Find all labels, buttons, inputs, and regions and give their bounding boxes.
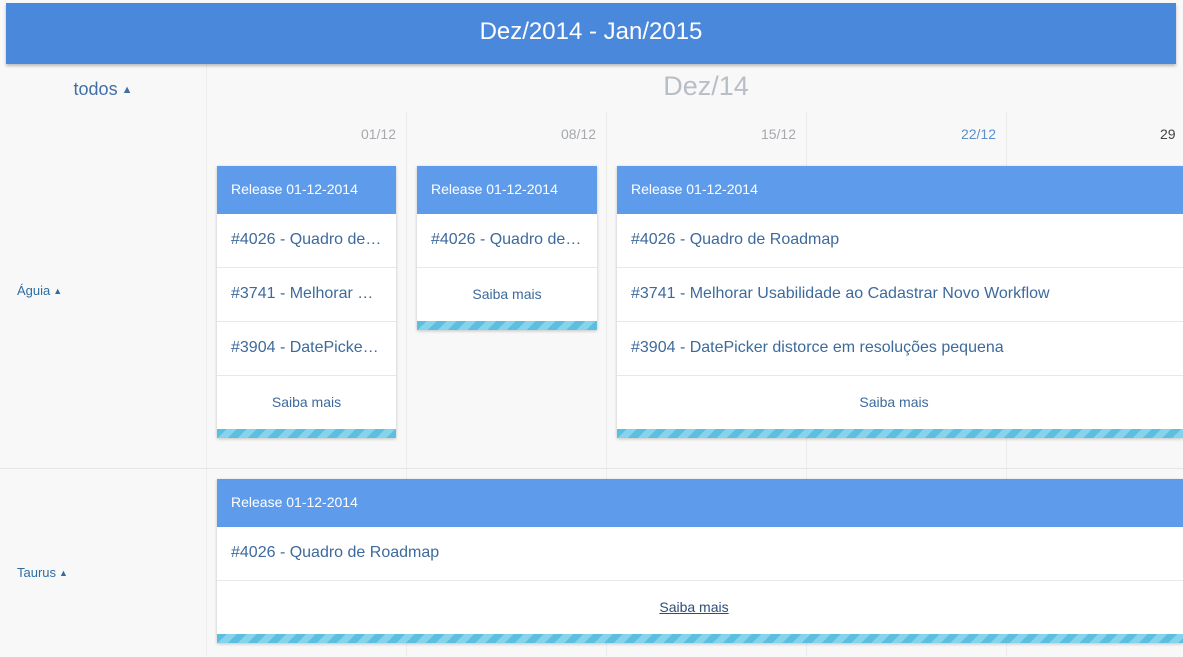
row-divider <box>0 468 1183 469</box>
week-date: 15/12 <box>760 126 796 142</box>
release-card-title: Release 01-12-2014 <box>217 166 396 214</box>
release-card: Release 01-12-2014 #4026 - Quadro de Roa… <box>617 166 1183 438</box>
card-stripe <box>617 429 1183 438</box>
task-link[interactable]: #4026 - Quadro de Roadmap <box>217 214 396 268</box>
task-link[interactable]: #4026 - Quadro de Roadmap <box>217 527 1183 581</box>
caret-up-icon: ▲ <box>121 84 133 96</box>
saiba-mais-link[interactable]: Saiba mais <box>217 376 396 429</box>
release-card-title: Release 01-12-2014 <box>617 166 1183 214</box>
week-date: 08/12 <box>560 126 596 142</box>
page-title: Dez/2014 - Jan/2015 <box>479 18 703 45</box>
task-link[interactable]: #3904 - DatePicker distorce em resoluçõe… <box>617 322 1183 376</box>
sidebar-divider <box>206 64 207 657</box>
caret-up-icon: ▲ <box>59 568 68 578</box>
caret-up-icon: ▲ <box>53 286 63 296</box>
release-card-title: Release 01-12-2014 <box>417 166 597 214</box>
row-label-text: Águia <box>17 283 51 298</box>
task-link[interactable]: #3904 - DatePicker distorce em resoluçõe… <box>217 322 396 376</box>
week-date: 22/12 <box>960 126 996 142</box>
release-card: Release 01-12-2014 #4026 - Quadro de Roa… <box>417 166 597 330</box>
filter-label: todos <box>73 79 118 99</box>
task-link[interactable]: #4026 - Quadro de Roadmap <box>617 214 1183 268</box>
row-label-taurus[interactable]: Taurus ▲ <box>17 565 68 580</box>
task-link[interactable]: #3741 - Melhorar Usabilidade ao Cadastra… <box>217 268 396 322</box>
saiba-mais-link[interactable]: Saiba mais <box>617 376 1183 429</box>
saiba-mais-link[interactable]: Saiba mais <box>417 268 597 321</box>
release-card: Release 01-12-2014 #4026 - Quadro de Roa… <box>217 166 396 438</box>
row-label-aguia[interactable]: Águia ▲ <box>17 283 62 298</box>
page-header: Dez/2014 - Jan/2015 <box>6 3 1176 64</box>
card-stripe <box>417 321 597 330</box>
row-label-text: Taurus <box>17 565 57 580</box>
task-link[interactable]: #3741 - Melhorar Usabilidade ao Cadastra… <box>617 268 1183 322</box>
card-stripe <box>217 634 1183 643</box>
card-stripe <box>217 429 396 438</box>
release-card-title: Release 01-12-2014 <box>217 479 1183 527</box>
week-date: 01/12 <box>360 126 396 142</box>
month-label: Dez/14 <box>206 64 1183 112</box>
task-link[interactable]: #4026 - Quadro de Roadmap <box>417 214 597 268</box>
release-card: Release 01-12-2014 #4026 - Quadro de Roa… <box>217 479 1183 643</box>
month-label-text: Dez/14 <box>663 71 749 101</box>
team-filter-dropdown[interactable]: todos ▲ <box>0 64 206 112</box>
saiba-mais-link[interactable]: Saiba mais <box>217 581 1183 634</box>
week-date: 29 <box>1160 126 1176 142</box>
